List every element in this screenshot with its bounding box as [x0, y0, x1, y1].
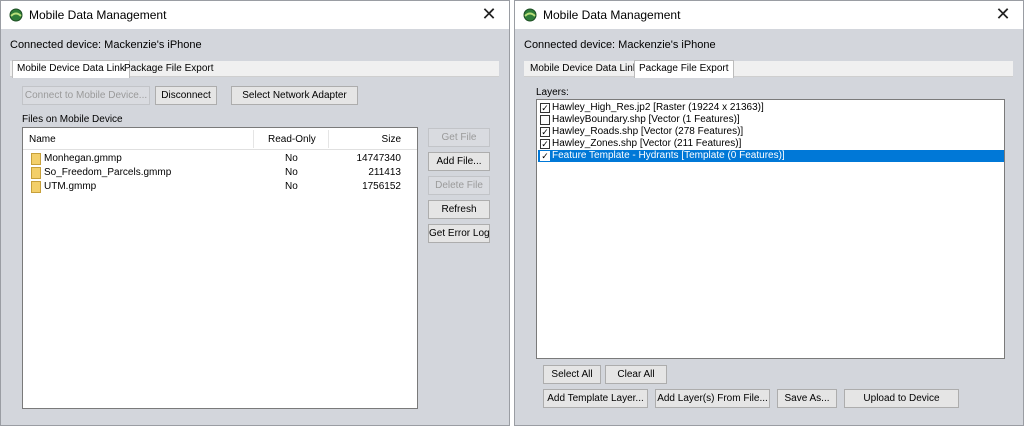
layers-list[interactable]: ✓ Hawley_High_Res.jp2 [Raster (19224 x 2… — [536, 99, 1005, 359]
globe-icon — [9, 8, 23, 22]
layer-item[interactable]: HawleyBoundary.shp [Vector (1 Features)] — [538, 114, 1004, 126]
layer-checkbox[interactable]: ✓ — [540, 139, 550, 149]
tab-package-file-export[interactable]: Package File Export — [634, 60, 734, 78]
connect-to-mobile-device-button[interactable]: Connect to Mobile Device... — [22, 86, 150, 105]
connected-device-label: Connected device: Mackenzie's iPhone — [524, 39, 716, 51]
title-bar: Mobile Data Management ✕ — [1, 1, 509, 29]
add-template-layer-button[interactable]: Add Template Layer... — [543, 389, 648, 408]
file-name: UTM.gmmp — [44, 181, 97, 192]
file-read-only: No — [285, 181, 298, 192]
file-read-only: No — [285, 153, 298, 164]
layer-item[interactable]: ✓ Hawley_Zones.shp [Vector (211 Features… — [538, 138, 1004, 150]
title-bar: Mobile Data Management ✕ — [515, 1, 1023, 29]
layer-item-selected[interactable]: ✓ Feature Template - Hydrants [Template … — [538, 150, 1004, 162]
close-button[interactable]: ✕ — [469, 1, 509, 29]
tab-strip: Mobile Device Data Link Package File Exp… — [10, 60, 499, 78]
get-file-button[interactable]: Get File — [428, 128, 490, 147]
layer-checkbox[interactable]: ✓ — [540, 127, 550, 137]
table-row[interactable]: UTM.gmmp No 1756152 — [23, 180, 417, 194]
file-size: 14747340 — [356, 153, 402, 164]
refresh-button[interactable]: Refresh — [428, 200, 490, 219]
layers-label: Layers: — [536, 87, 569, 98]
clear-all-button[interactable]: Clear All — [605, 365, 667, 384]
layer-label: Hawley_Zones.shp [Vector (211 Features)] — [552, 138, 742, 149]
files-on-mobile-device-label: Files on Mobile Device — [22, 114, 123, 125]
layer-label: Feature Template - Hydrants [Template (0… — [552, 150, 785, 161]
table-row[interactable]: So_Freedom_Parcels.gmmp No 211413 — [23, 166, 417, 180]
layer-label: Hawley_High_Res.jp2 [Raster (19224 x 213… — [552, 102, 764, 113]
file-name: Monhegan.gmmp — [44, 153, 122, 164]
checkmark-icon: ✓ — [541, 151, 549, 161]
layer-item[interactable]: ✓ Hawley_High_Res.jp2 [Raster (19224 x 2… — [538, 102, 1004, 114]
add-layers-from-file-button[interactable]: Add Layer(s) From File... — [655, 389, 770, 408]
close-button[interactable]: ✕ — [983, 1, 1023, 29]
folder-icon — [31, 153, 41, 165]
tab-mobile-device-data-link[interactable]: Mobile Device Data Link — [526, 61, 642, 78]
checkmark-icon: ✓ — [541, 127, 549, 137]
file-read-only: No — [285, 167, 298, 178]
checkmark-icon: ✓ — [541, 139, 549, 149]
folder-icon — [31, 181, 41, 193]
tab-strip: Mobile Device Data Link Package File Exp… — [524, 60, 1013, 78]
close-icon: ✕ — [995, 4, 1011, 24]
tab-package-file-export[interactable]: Package File Export — [120, 61, 218, 78]
column-header-name[interactable]: Name — [29, 134, 56, 145]
select-network-adapter-button[interactable]: Select Network Adapter — [231, 86, 358, 105]
column-header-size[interactable]: Size — [382, 134, 401, 145]
file-size: 211413 — [368, 167, 401, 178]
delete-file-button[interactable]: Delete File — [428, 176, 490, 195]
layer-checkbox[interactable]: ✓ — [540, 151, 550, 161]
column-header-read-only[interactable]: Read-Only — [268, 134, 316, 145]
window-title: Mobile Data Management — [543, 8, 681, 22]
table-row[interactable]: Monhegan.gmmp No 14747340 — [23, 152, 417, 166]
file-list[interactable]: Name Read-Only Size Monhegan.gmmp No 147… — [22, 127, 418, 409]
file-size: 1756152 — [362, 181, 401, 192]
layer-label: HawleyBoundary.shp [Vector (1 Features)] — [552, 114, 740, 125]
add-file-button[interactable]: Add File... — [428, 152, 490, 171]
disconnect-button[interactable]: Disconnect — [155, 86, 217, 105]
layer-item[interactable]: ✓ Hawley_Roads.shp [Vector (278 Features… — [538, 126, 1004, 138]
layer-checkbox[interactable] — [540, 115, 550, 125]
upload-to-device-button[interactable]: Upload to Device — [844, 389, 959, 408]
globe-icon — [523, 8, 537, 22]
tab-mobile-device-data-link[interactable]: Mobile Device Data Link — [12, 60, 130, 78]
file-name: So_Freedom_Parcels.gmmp — [44, 167, 172, 178]
close-icon: ✕ — [481, 4, 497, 24]
file-list-header: Name Read-Only Size — [23, 128, 417, 150]
save-as-button[interactable]: Save As... — [777, 389, 837, 408]
mobile-data-window-data-link: Mobile Data Management ✕ Connected devic… — [0, 0, 510, 426]
connected-device-label: Connected device: Mackenzie's iPhone — [10, 39, 202, 51]
window-title: Mobile Data Management — [29, 8, 167, 22]
select-all-button[interactable]: Select All — [543, 365, 601, 384]
get-error-log-button[interactable]: Get Error Log — [428, 224, 490, 243]
layer-checkbox[interactable]: ✓ — [540, 103, 550, 113]
folder-icon — [31, 167, 41, 179]
mobile-data-window-package-export: Mobile Data Management ✕ Connected devic… — [514, 0, 1024, 426]
layer-label: Hawley_Roads.shp [Vector (278 Features)] — [552, 126, 744, 137]
checkmark-icon: ✓ — [541, 103, 549, 113]
